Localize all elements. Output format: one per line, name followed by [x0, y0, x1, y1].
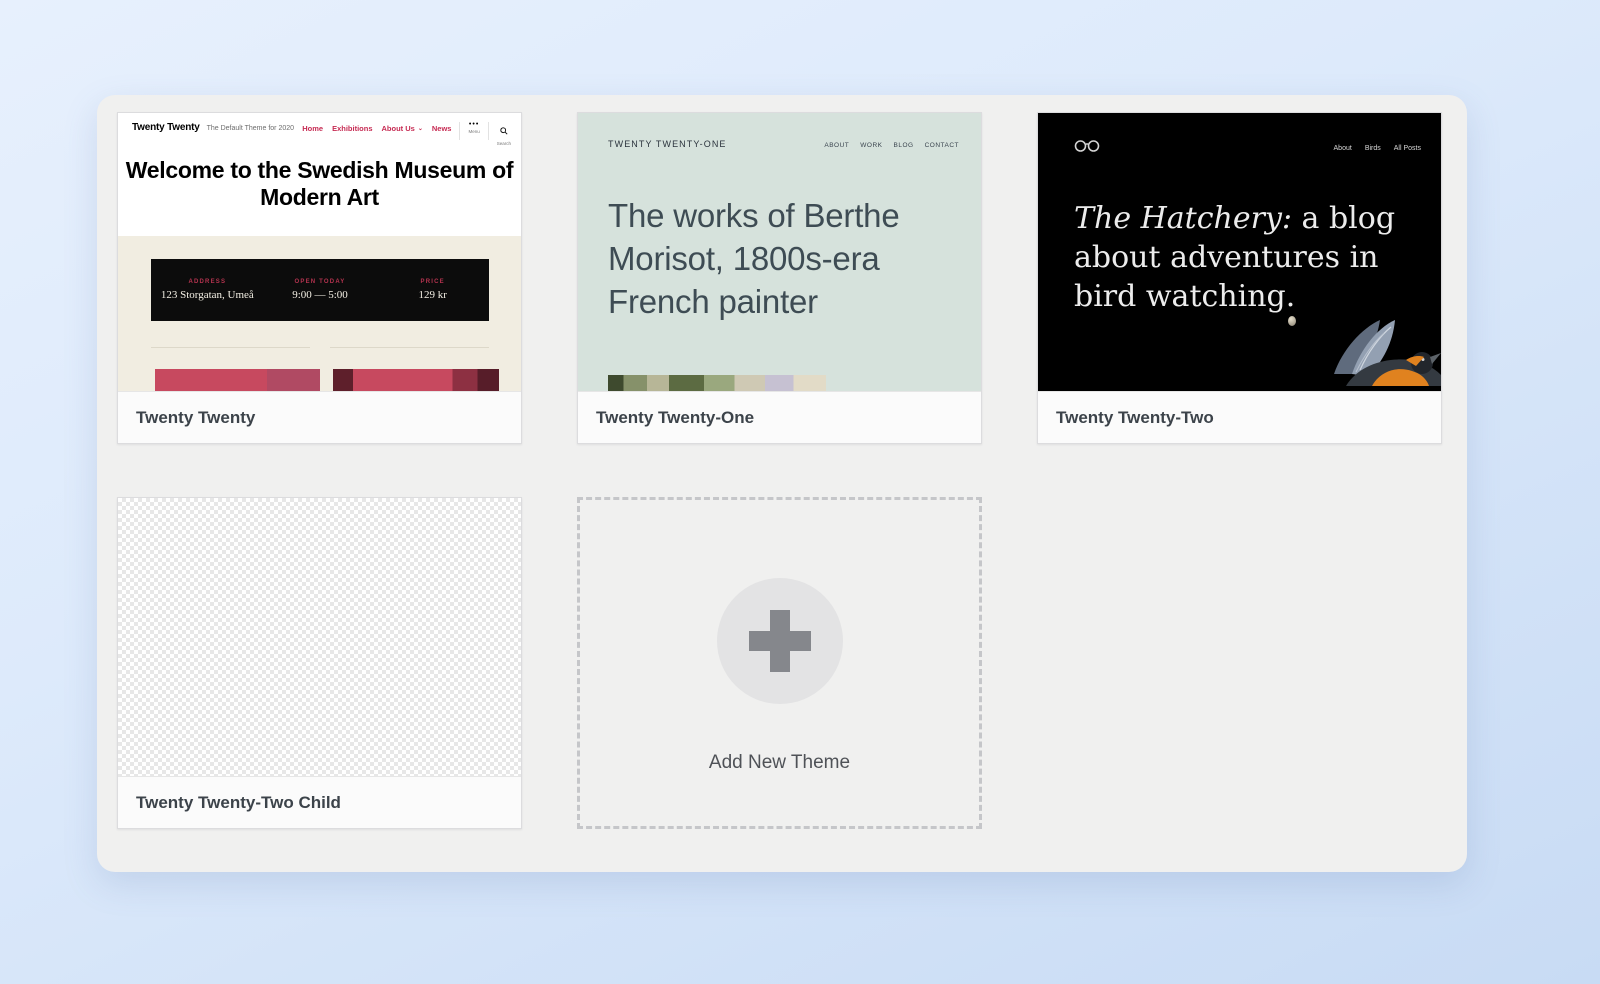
theme-card-twenty-twenty-one[interactable]: TWENTY TWENTY-ONE ABOUT WORK BLOG CONTAC…: [577, 112, 982, 444]
preview-header: About Birds All Posts: [1074, 139, 1421, 158]
search-label: Search: [497, 141, 511, 146]
info-label: OPEN TODAY: [295, 279, 346, 285]
preview-gallery-image: [155, 369, 320, 391]
preview-menu-toggle: ••• Menu: [468, 122, 479, 134]
theme-screenshot-twenty-twenty[interactable]: Twenty Twenty The Default Theme for 2020…: [118, 113, 521, 391]
plus-icon: [749, 610, 811, 672]
preview-nav-about: ABOUT: [824, 142, 849, 149]
theme-name-twenty-twenty[interactable]: Twenty Twenty: [118, 391, 521, 443]
preview-nav-exhibitions: Exhibitions: [332, 124, 372, 133]
theme-name-twenty-twenty-two-child[interactable]: Twenty Twenty-Two Child: [118, 776, 521, 828]
preview-header: TWENTY TWENTY-ONE ABOUT WORK BLOG CONTAC…: [608, 139, 959, 149]
preview-nav-contact: CONTACT: [925, 142, 959, 149]
theme-screenshot-twenty-twenty-one[interactable]: TWENTY TWENTY-ONE ABOUT WORK BLOG CONTAC…: [578, 113, 981, 391]
divider: [488, 122, 489, 140]
info-label: PRICE: [421, 279, 445, 285]
preview-info-bar: ADDRESS 123 Storgatan, Umeå OPEN TODAY 9…: [151, 259, 489, 321]
theme-screenshot-missing-transparent[interactable]: [118, 498, 521, 776]
preview-nav-about-us: About Us: [382, 124, 415, 133]
bird-illustration: [1256, 314, 1441, 391]
preview-search-toggle: Search: [497, 122, 511, 146]
preview-site-title: Twenty Twenty: [132, 122, 200, 133]
info-col-open-today: OPEN TODAY 9:00 — 5:00: [264, 279, 377, 301]
add-new-theme-circle[interactable]: [717, 578, 843, 704]
preview-nav-all-posts: All Posts: [1394, 145, 1421, 152]
info-value: 123 Storgatan, Umeå: [161, 289, 254, 301]
divider: [459, 122, 460, 140]
menu-label: Menu: [468, 129, 479, 134]
preview-tagline: The Default Theme for 2020: [207, 125, 294, 132]
theme-card-twenty-twenty-two-child[interactable]: Twenty Twenty-Two Child: [117, 497, 522, 829]
theme-screenshot-twenty-twenty-two[interactable]: About Birds All Posts The Hatchery: a bl…: [1038, 113, 1441, 391]
divider: [151, 347, 489, 348]
preview-painting-image: [608, 375, 826, 391]
themes-panel: Twenty Twenty The Default Theme for 2020…: [97, 95, 1467, 872]
info-col-price: PRICE 129 kr: [376, 279, 489, 301]
add-new-theme-card[interactable]: Add New Theme: [577, 497, 982, 829]
search-icon: [500, 122, 508, 140]
preview-heading: The works of Berthe Morisot, 1800s-era F…: [608, 195, 964, 324]
info-value: 129 kr: [418, 289, 446, 301]
preview-site-title: TWENTY TWENTY-ONE: [608, 139, 727, 149]
preview-heading: Welcome to the Swedish Museum of Modern …: [118, 157, 521, 211]
chevron-down-icon: ⌄: [418, 125, 423, 132]
theme-card-twenty-twenty-two[interactable]: About Birds All Posts The Hatchery: a bl…: [1037, 112, 1442, 444]
info-col-address: ADDRESS 123 Storgatan, Umeå: [151, 279, 264, 301]
preview-heading-italic: The Hatchery:: [1074, 201, 1292, 236]
preview-nav: Home Exhibitions About Us ⌄ News: [302, 124, 451, 133]
preview-nav-work: WORK: [860, 142, 882, 149]
preview-nav-news: News: [432, 124, 452, 133]
binoculars-logo-icon: [1074, 139, 1100, 158]
preview-nav: ABOUT WORK BLOG CONTACT: [824, 142, 959, 149]
themes-grid: Twenty Twenty The Default Theme for 2020…: [117, 112, 1442, 829]
theme-name-twenty-twenty-two[interactable]: Twenty Twenty-Two: [1038, 391, 1441, 443]
preview-nav-home: Home: [302, 124, 323, 133]
theme-name-twenty-twenty-one[interactable]: Twenty Twenty-One: [578, 391, 981, 443]
preview-nav: About Birds All Posts: [1334, 145, 1421, 152]
preview-header: Twenty Twenty The Default Theme for 2020…: [132, 122, 511, 146]
preview-heading: The Hatchery: a blog about adventures in…: [1074, 199, 1410, 316]
add-new-theme-label[interactable]: Add New Theme: [709, 752, 850, 774]
info-label: ADDRESS: [188, 279, 226, 285]
preview-nav-about: About: [1334, 145, 1352, 152]
preview-brand: Twenty Twenty The Default Theme for 2020: [132, 122, 294, 133]
preview-nav-birds: Birds: [1365, 145, 1381, 152]
theme-card-twenty-twenty[interactable]: Twenty Twenty The Default Theme for 2020…: [117, 112, 522, 444]
menu-dots-icon: •••: [469, 122, 479, 128]
preview-gallery-image: [333, 369, 499, 391]
info-value: 9:00 — 5:00: [292, 289, 348, 301]
preview-nav-blog: BLOG: [894, 142, 914, 149]
